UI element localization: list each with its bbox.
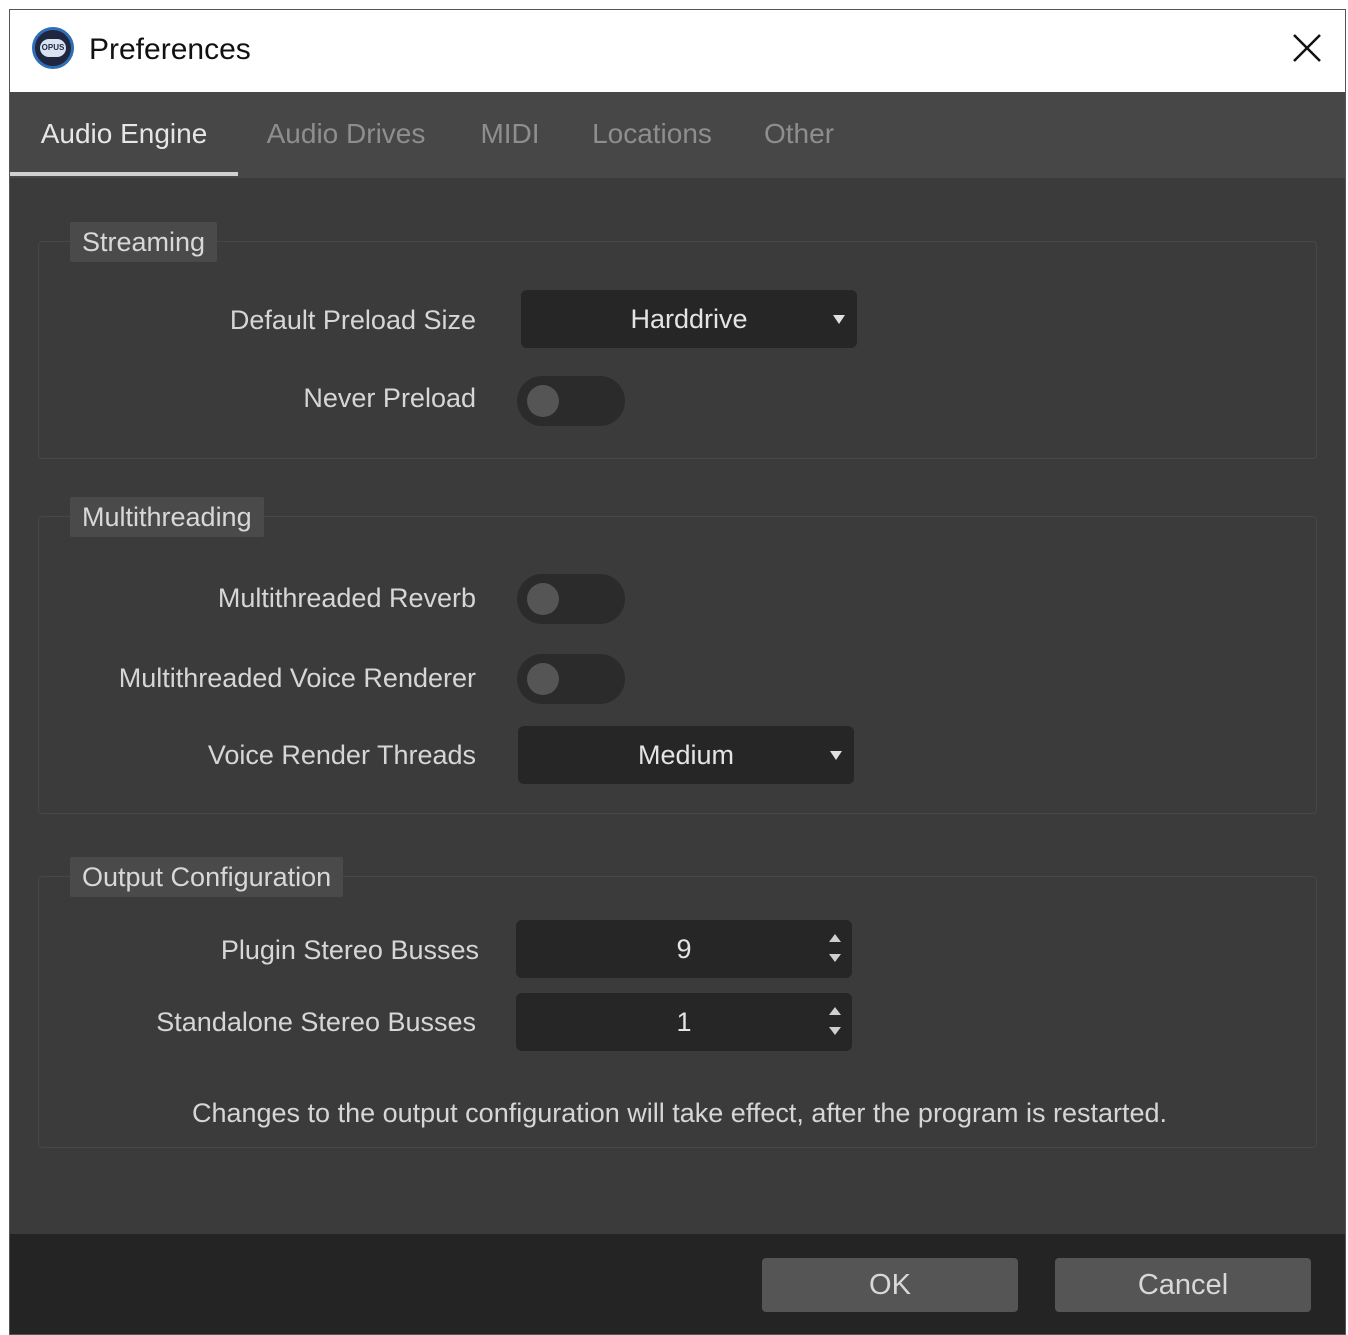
voice-render-threads-label: Voice Render Threads bbox=[207, 740, 476, 770]
streaming-group-title: Streaming bbox=[70, 222, 218, 262]
app-icon: OPUS bbox=[32, 27, 74, 69]
never-preload-label: Never Preload bbox=[303, 383, 476, 413]
voice-render-threads-value: Medium bbox=[637, 740, 735, 770]
standalone-stereo-busses-value: 1 bbox=[676, 1007, 692, 1037]
default-preload-size-value: Harddrive bbox=[630, 304, 748, 334]
dialog-footer: OK Cancel bbox=[10, 1234, 1345, 1334]
chevron-up-icon bbox=[829, 1007, 841, 1015]
chevron-up-icon bbox=[829, 934, 841, 942]
stepper-up-button[interactable] bbox=[824, 997, 846, 1023]
chevron-down-icon bbox=[833, 315, 845, 324]
tab-midi[interactable]: MIDI bbox=[472, 92, 548, 178]
tab-audio-engine[interactable]: Audio Engine bbox=[10, 92, 238, 178]
voice-render-threads-dropdown[interactable]: Medium bbox=[518, 726, 854, 784]
multithreaded-voice-renderer-toggle[interactable] bbox=[517, 654, 625, 704]
chevron-down-icon bbox=[829, 954, 841, 962]
restart-note: Changes to the output configuration will… bbox=[191, 1098, 1168, 1128]
multithreaded-reverb-label: Multithreaded Reverb bbox=[217, 583, 476, 613]
streaming-group bbox=[38, 241, 1317, 459]
tab-bar: Audio Engine Audio Drives MIDI Locations… bbox=[10, 92, 1345, 178]
ok-button[interactable]: OK bbox=[762, 1258, 1018, 1312]
stepper-down-button[interactable] bbox=[824, 948, 846, 974]
multithreaded-reverb-toggle[interactable] bbox=[517, 574, 625, 624]
close-button[interactable] bbox=[1277, 20, 1337, 76]
plugin-stereo-busses-value: 9 bbox=[676, 934, 692, 964]
default-preload-size-label: Default Preload Size bbox=[229, 305, 476, 335]
plugin-stereo-busses-label: Plugin Stereo Busses bbox=[220, 935, 479, 965]
plugin-stereo-busses-stepper[interactable]: 9 bbox=[516, 920, 852, 978]
chevron-down-icon bbox=[829, 1027, 841, 1035]
tab-other[interactable]: Other bbox=[754, 92, 844, 178]
standalone-stereo-busses-label: Standalone Stereo Busses bbox=[156, 1007, 476, 1037]
never-preload-toggle[interactable] bbox=[517, 376, 625, 426]
chevron-down-icon bbox=[830, 751, 842, 760]
multithreading-group-title: Multithreading bbox=[70, 497, 264, 537]
tab-locations[interactable]: Locations bbox=[584, 92, 720, 178]
toggle-knob bbox=[527, 385, 559, 417]
standalone-stereo-busses-stepper[interactable]: 1 bbox=[516, 993, 852, 1051]
preferences-window: OPUS Preferences Audio Engine Audio Driv… bbox=[9, 9, 1346, 1335]
app-icon-text: OPUS bbox=[40, 39, 66, 57]
toggle-knob bbox=[527, 663, 559, 695]
output-configuration-group-title: Output Configuration bbox=[70, 857, 344, 897]
cancel-button[interactable]: Cancel bbox=[1055, 1258, 1311, 1312]
tab-audio-drives[interactable]: Audio Drives bbox=[250, 92, 442, 178]
stepper-up-button[interactable] bbox=[824, 924, 846, 950]
window-title: Preferences bbox=[89, 33, 251, 66]
close-icon bbox=[1293, 34, 1321, 62]
default-preload-size-dropdown[interactable]: Harddrive bbox=[521, 290, 857, 348]
stepper-down-button[interactable] bbox=[824, 1021, 846, 1047]
title-bar: OPUS Preferences bbox=[10, 10, 1345, 92]
audio-engine-panel: Streaming Default Preload Size Harddrive… bbox=[10, 178, 1345, 1234]
multithreaded-voice-renderer-label: Multithreaded Voice Renderer bbox=[118, 663, 476, 693]
toggle-knob bbox=[527, 583, 559, 615]
